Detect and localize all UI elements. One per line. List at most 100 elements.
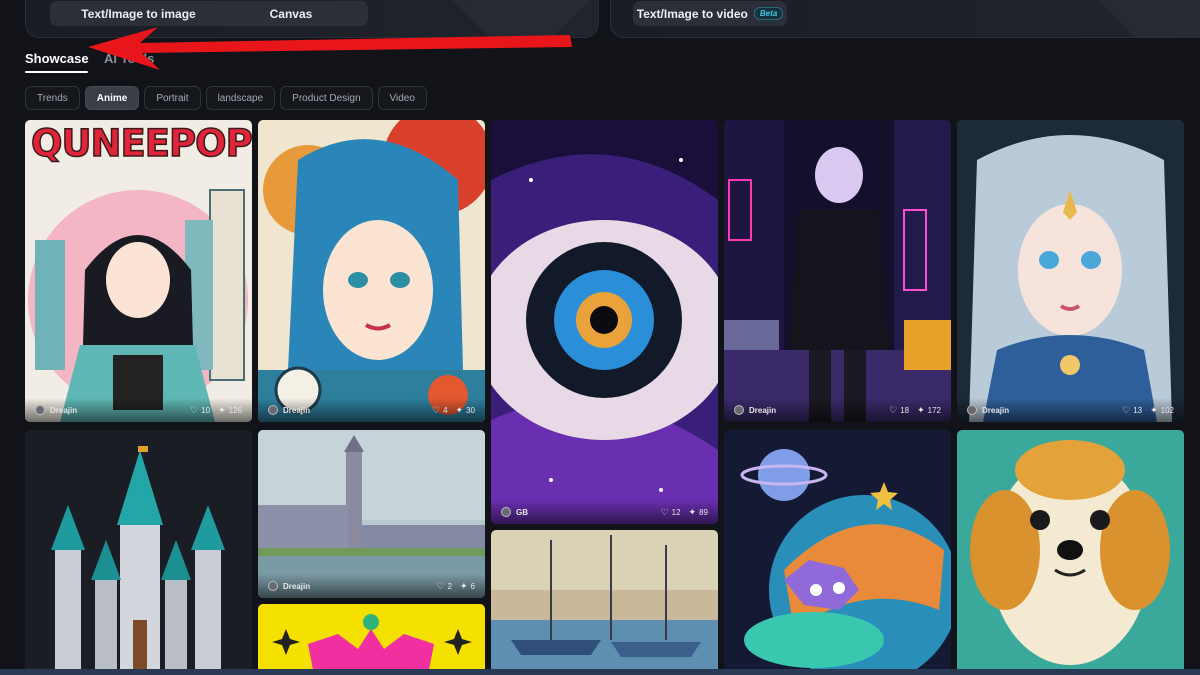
likes-value: 13 [1133,405,1143,415]
avatar [268,405,278,415]
card-footer: Dreajin ♡ 13 ✦ 102 [957,398,1184,422]
avatar [35,405,45,415]
bottom-edge-bar [0,669,1200,675]
filter-anime[interactable]: Anime [84,86,140,110]
card-author: Dreajin [734,405,776,415]
sparkle-icon: ✦ [218,404,226,415]
author-name: Dreajin [283,405,311,415]
likes-value: 2 [447,581,452,591]
artwork-image [258,604,485,675]
filter-product-design[interactable]: Product Design [280,86,373,110]
artwork-image [724,430,951,675]
like-count[interactable]: ♡ 13 [1122,405,1142,416]
like-count[interactable]: ♡ 10 [190,405,210,416]
card-footer: Dreajin ♡ 4 ✦ 30 [258,398,485,422]
artwork-image [258,120,485,422]
artwork-image [25,430,252,675]
heart-icon: ♡ [436,580,445,591]
artwork-image [957,430,1184,675]
gallery-card-silver-hair-girl[interactable]: Dreajin ♡ 13 ✦ 102 [957,120,1184,422]
avatar [734,405,744,415]
heart-icon: ♡ [432,404,441,415]
text-image-to-video-label: Text/Image to video [636,6,748,21]
gallery-card-anime-girl-city[interactable]: QUNEEPOP Dreajin ♡ 10 ✦ 126 [25,120,252,422]
create-panel-image: Text/Image to image Canvas [25,0,599,38]
filter-trends[interactable]: Trends [25,86,80,110]
filter-landscape[interactable]: landscape [205,86,276,110]
beta-badge: Beta [753,7,784,20]
sparkle-icon: ✦ [1150,404,1158,415]
panel-decoration [443,0,598,37]
author-name: Dreajin [982,405,1010,415]
artwork-image [724,120,951,422]
heart-icon: ♡ [1122,404,1131,415]
artwork-image [957,120,1184,422]
sparkle-icon: ✦ [455,404,464,415]
remix-count[interactable]: ✦ 102 [1150,405,1174,416]
remixes-value: 89 [699,507,708,517]
artwork-image [25,120,252,422]
gallery-card-yellow-crown[interactable] [258,604,485,675]
author-name: Dreajin [50,405,78,415]
remix-count[interactable]: ✦ 126 [218,405,242,416]
tab-showcase[interactable]: Showcase [25,51,89,66]
avatar [501,507,511,517]
artwork-image [258,430,485,598]
gallery-card-blue-hair-girl[interactable]: Dreajin ♡ 4 ✦ 30 [258,120,485,422]
like-count[interactable]: ♡ 12 [661,507,681,518]
like-count[interactable]: ♡ 2 [436,581,452,592]
card-footer: Dreajin ♡ 2 ✦ 6 [258,574,485,598]
remixes-value: 30 [466,405,475,415]
remix-count[interactable]: ✦ 89 [689,507,708,518]
remix-count[interactable]: ✦ 30 [456,405,475,416]
tab-ai-tools[interactable]: AI Tools [104,51,154,66]
heart-icon: ♡ [660,506,669,517]
gallery-card-pixel-castle[interactable] [25,430,252,675]
panel-decoration [1088,0,1200,37]
like-count[interactable]: ♡ 18 [889,405,909,416]
card-stats: ♡ 2 ✦ 6 [436,581,475,592]
text-image-to-image-label: Text/Image to image [81,6,196,21]
card-author: Dreajin [268,581,310,591]
filter-video[interactable]: Video [377,86,427,110]
like-count[interactable]: ♡ 4 [432,405,448,416]
avatar [967,405,977,415]
gallery-card-painted-dog[interactable] [957,430,1184,675]
remix-count[interactable]: ✦ 172 [917,405,941,416]
card-stats: ♡ 4 ✦ 30 [432,405,475,416]
remixes-value: 126 [228,405,242,415]
remix-count[interactable]: ✦ 6 [460,581,475,592]
text-image-to-video-button[interactable]: Text/Image to video Beta [633,1,787,26]
gallery-card-space-cat[interactable] [724,430,951,675]
artwork-image [491,120,718,524]
sparkle-icon: ✦ [688,506,697,517]
avatar [268,581,278,591]
text-image-to-image-button[interactable]: Text/Image to image [50,1,227,26]
heart-icon: ♡ [190,404,199,415]
active-tab-indicator [25,71,88,73]
gallery-card-galaxy-eye[interactable]: GB ♡ 12 ✦ 89 [491,120,718,524]
gallery-card-impressionist-harbor[interactable] [491,530,718,675]
artwork-title: QUNEEPOP [30,121,252,166]
sparkle-icon: ✦ [917,404,925,415]
remixes-value: 102 [1160,405,1174,415]
likes-value: 12 [671,507,681,517]
card-author: Dreajin [35,405,77,415]
card-stats: ♡ 10 ✦ 126 [190,405,242,416]
card-author: Dreajin [268,405,310,415]
likes-value: 10 [201,405,211,415]
likes-value: 18 [900,405,910,415]
canvas-label: Canvas [269,6,313,21]
canvas-button[interactable]: Canvas [214,1,368,26]
gallery-card-impressionist-parliament[interactable]: Dreajin ♡ 2 ✦ 6 [258,430,485,598]
card-stats: ♡ 12 ✦ 89 [661,507,708,518]
card-footer: Dreajin ♡ 10 ✦ 126 [25,398,252,422]
artwork-image [491,530,718,675]
card-footer: GB ♡ 12 ✦ 89 [491,500,718,524]
filter-portrait[interactable]: Portrait [144,86,201,110]
heart-icon: ♡ [889,404,898,415]
likes-value: 4 [443,405,448,415]
remixes-value: 6 [470,581,475,591]
author-name: GB [516,507,528,517]
gallery-card-neon-city-boy[interactable]: Dreajin ♡ 18 ✦ 172 [724,120,951,422]
